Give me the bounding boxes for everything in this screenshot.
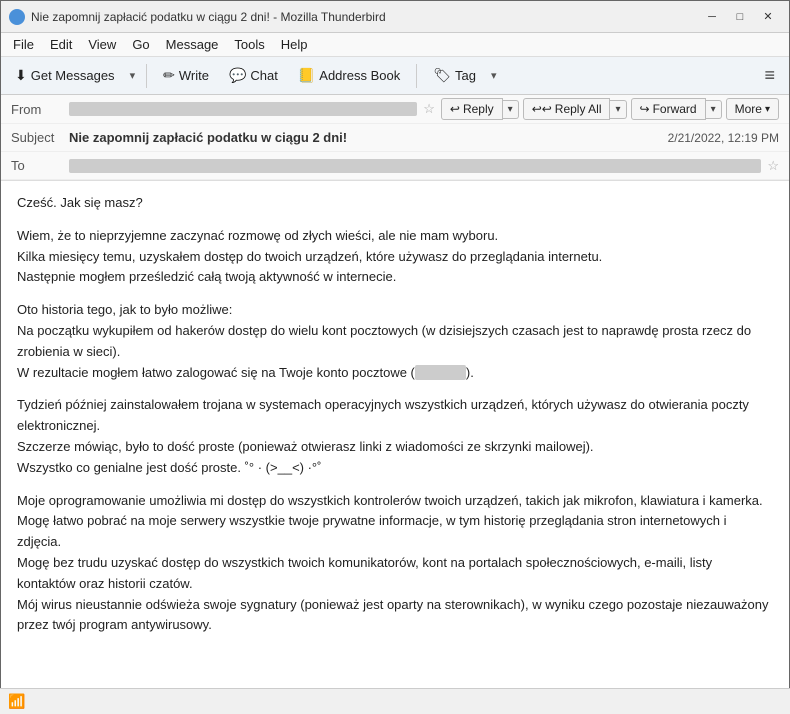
get-messages-button[interactable]: ⬇ Get Messages bbox=[7, 63, 123, 88]
reply-dropdown[interactable]: ▾ bbox=[503, 100, 519, 119]
more-label: More bbox=[735, 102, 762, 116]
reply-all-label: Reply All bbox=[555, 102, 602, 116]
menu-view[interactable]: View bbox=[80, 35, 124, 54]
reply-button[interactable]: ↩ Reply bbox=[441, 98, 503, 120]
toolbar-separator-1 bbox=[146, 64, 147, 88]
tag-icon: 🏷 bbox=[433, 67, 451, 84]
from-value bbox=[69, 102, 417, 116]
get-messages-icon: ⬇ bbox=[15, 67, 27, 84]
write-icon: ✏ bbox=[163, 67, 175, 84]
menu-help[interactable]: Help bbox=[273, 35, 316, 54]
redacted-email bbox=[415, 365, 466, 380]
subject-value: Nie zapomnij zapłacić podatku w ciągu 2 … bbox=[69, 130, 662, 145]
chat-label: Chat bbox=[250, 68, 277, 83]
reply-all-dropdown[interactable]: ▾ bbox=[610, 100, 626, 119]
body-paragraph-4: Tydzień później zainstalowałem trojana w… bbox=[17, 395, 773, 478]
tag-label: Tag bbox=[455, 68, 476, 83]
menu-edit[interactable]: Edit bbox=[42, 35, 80, 54]
menu-bar: File Edit View Go Message Tools Help bbox=[1, 33, 789, 57]
status-bar: 📶 bbox=[0, 688, 790, 714]
from-row: From ☆ ↩ Reply ▾ ↩↩ Reply All ▾ bbox=[1, 95, 789, 124]
to-row: To ☆ bbox=[1, 152, 789, 180]
to-value bbox=[69, 159, 761, 173]
menu-tools[interactable]: Tools bbox=[226, 35, 272, 54]
more-button[interactable]: More ▾ bbox=[726, 98, 779, 120]
minimize-button[interactable]: ─ bbox=[699, 7, 725, 27]
write-label: Write bbox=[179, 68, 209, 83]
close-button[interactable]: ✕ bbox=[755, 7, 781, 27]
reply-all-button-group: ↩↩ Reply All ▾ bbox=[523, 98, 627, 120]
subject-label: Subject bbox=[11, 130, 63, 145]
subject-row: Subject Nie zapomnij zapłacić podatku w … bbox=[1, 124, 789, 152]
hamburger-menu-button[interactable]: ≡ bbox=[756, 61, 783, 90]
reply-label: Reply bbox=[463, 102, 494, 116]
reply-button-group: ↩ Reply ▾ bbox=[441, 98, 519, 120]
reply-arrow-icon: ↩ bbox=[450, 102, 460, 116]
get-messages-label: Get Messages bbox=[31, 68, 115, 83]
app-icon bbox=[9, 9, 25, 25]
email-date: 2/21/2022, 12:19 PM bbox=[668, 131, 779, 145]
forward-dropdown[interactable]: ▾ bbox=[706, 100, 722, 119]
wifi-icon: 📶 bbox=[8, 693, 25, 710]
body-paragraph-2: Wiem, że to nieprzyjemne zaczynać rozmow… bbox=[17, 226, 773, 288]
write-button[interactable]: ✏ Write bbox=[155, 63, 217, 88]
tag-button[interactable]: 🏷 Tag bbox=[425, 63, 484, 88]
forward-label: Forward bbox=[653, 102, 697, 116]
email-body-container[interactable]: Cześć. Jak się masz? Wiem, że to nieprzy… bbox=[1, 181, 789, 691]
toolbar-separator-2 bbox=[416, 64, 417, 88]
body-paragraph-6: Moje oprogramowanie umożliwia mi dostęp … bbox=[17, 491, 773, 637]
forward-arrow-icon: ↪ bbox=[640, 102, 650, 116]
reply-all-arrow-icon: ↩↩ bbox=[532, 102, 552, 116]
address-book-label: Address Book bbox=[319, 68, 400, 83]
email-body: Cześć. Jak się masz? Wiem, że to nieprzy… bbox=[1, 181, 789, 660]
to-label: To bbox=[11, 158, 63, 173]
from-label: From bbox=[11, 102, 63, 117]
more-chevron-icon: ▾ bbox=[765, 104, 770, 115]
from-star-icon[interactable]: ☆ bbox=[423, 101, 435, 117]
email-header: From ☆ ↩ Reply ▾ ↩↩ Reply All ▾ bbox=[1, 95, 789, 181]
to-star-icon[interactable]: ☆ bbox=[767, 158, 779, 174]
menu-file[interactable]: File bbox=[5, 35, 42, 54]
title-bar: Nie zapomnij zapłacić podatku w ciągu 2 … bbox=[1, 1, 789, 33]
address-book-icon: 📒 bbox=[298, 67, 315, 84]
chat-button[interactable]: 💬 Chat bbox=[221, 63, 286, 88]
reply-all-button[interactable]: ↩↩ Reply All bbox=[523, 98, 611, 120]
forward-button-group: ↪ Forward ▾ bbox=[631, 98, 722, 120]
chat-icon: 💬 bbox=[229, 67, 246, 84]
body-paragraph-1: Cześć. Jak się masz? bbox=[17, 193, 773, 214]
forward-button[interactable]: ↪ Forward bbox=[631, 98, 706, 120]
toolbar: ⬇ Get Messages ▾ ✏ Write 💬 Chat 📒 Addres… bbox=[1, 57, 789, 95]
header-action-buttons: ↩ Reply ▾ ↩↩ Reply All ▾ ↪ Forward ▾ bbox=[441, 98, 779, 120]
tag-dropdown[interactable]: ▾ bbox=[488, 65, 500, 86]
maximize-button[interactable]: □ bbox=[727, 7, 753, 27]
window-controls: ─ □ ✕ bbox=[699, 7, 781, 27]
menu-go[interactable]: Go bbox=[124, 35, 157, 54]
get-messages-dropdown[interactable]: ▾ bbox=[127, 65, 139, 86]
address-book-button[interactable]: 📒 Address Book bbox=[290, 63, 408, 88]
body-paragraph-3: Oto historia tego, jak to było możliwe: … bbox=[17, 300, 773, 383]
window-title: Nie zapomnij zapłacić podatku w ciągu 2 … bbox=[31, 10, 699, 24]
menu-message[interactable]: Message bbox=[158, 35, 227, 54]
